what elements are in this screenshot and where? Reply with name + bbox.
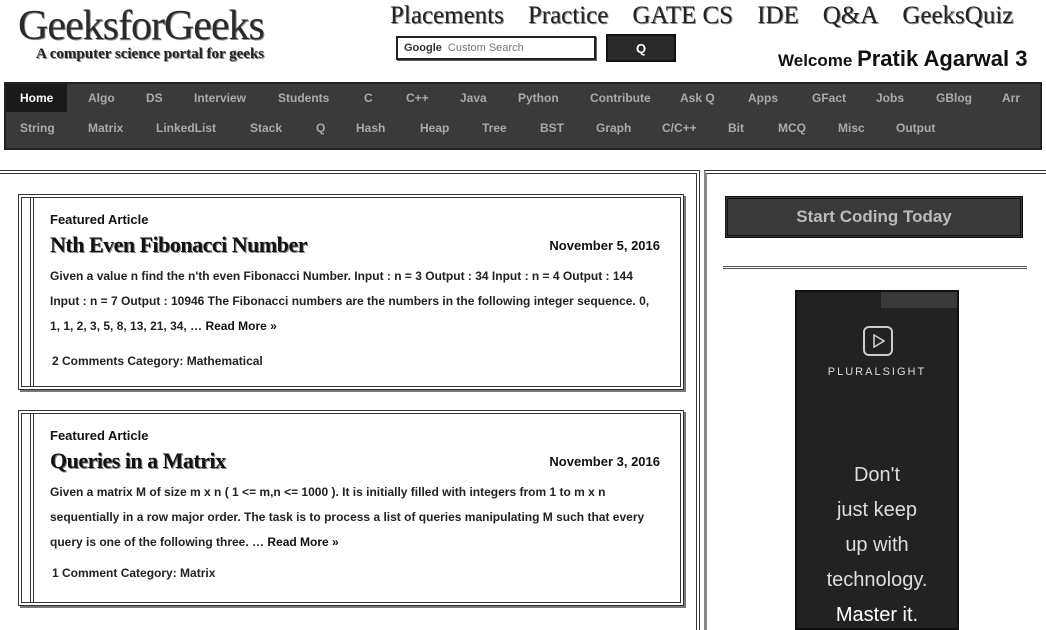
cat-bit[interactable]: Bit [728,121,744,135]
ad-line: Don't [853,464,901,486]
welcome-message: Welcome Pratik Agarwal 3 [778,46,1027,72]
top-nav-practice[interactable]: Practice [528,2,609,30]
cat-matrix[interactable]: Matrix [88,121,123,135]
comments-link[interactable]: 2 Comments [52,354,124,368]
cat-ds[interactable]: DS [146,91,163,105]
play-icon [863,326,893,356]
cat-jobs[interactable]: Jobs [876,91,904,105]
cat-algo[interactable]: Algo [88,91,115,105]
ad-line: up with [845,534,909,556]
site-logo[interactable]: GeeksforGeeks [18,2,265,50]
article-excerpt: Given a matrix M of size m x n ( 1 <= m,… [50,480,660,555]
excerpt-text: Given a value n find the n'th even Fibon… [50,269,650,333]
excerpt-text: Given a matrix M of size m x n ( 1 <= m,… [50,485,645,549]
read-more-link[interactable]: Read More » [267,535,338,549]
featured-article-card: Featured Article Queries in a Matrix Nov… [18,410,684,606]
cat-linkedlist[interactable]: LinkedList [156,121,216,135]
cat-java[interactable]: Java [460,91,487,105]
card-accent-border [30,198,34,386]
top-nav-ide[interactable]: IDE [757,2,799,30]
cat-contribute[interactable]: Contribute [590,91,651,105]
cat-cpp[interactable]: C++ [406,91,429,105]
ad-tab [881,292,957,308]
sidebar-divider [723,266,1027,273]
cat-misc[interactable]: Misc [838,121,865,135]
cat-c-cpp[interactable]: C/C++ [662,121,697,135]
article-date: November 3, 2016 [549,454,660,469]
category-label: Category: [120,566,177,580]
top-nav-qa[interactable]: Q&A [823,2,879,30]
main-content: Featured Article Nth Even Fibonacci Numb… [0,170,700,630]
article-meta: 1 Comment Category: Matrix [52,566,215,580]
category-link[interactable]: Mathematical [187,354,263,368]
start-coding-button[interactable]: Start Coding Today [725,196,1023,238]
user-name[interactable]: Pratik Agarwal 3 [857,46,1027,71]
site-tagline: A computer science portal for geeks [36,46,265,62]
ad-line: Master it. [835,604,919,626]
cat-interview[interactable]: Interview [194,91,246,105]
article-meta: 2 Comments Category: Mathematical [52,354,263,368]
cat-stack[interactable]: Stack [250,121,282,135]
cat-apps[interactable]: Apps [748,91,778,105]
sidebar: Start Coding Today PLURALSIGHT Don't jus… [704,170,1046,630]
article-title[interactable]: Nth Even Fibonacci Number [50,232,308,258]
search-box[interactable]: Google [396,36,596,60]
cat-tree[interactable]: Tree [482,121,507,135]
search-icon: Q [635,40,647,56]
category-label: Category: [127,354,184,368]
article-excerpt: Given a value n find the n'th even Fibon… [50,264,660,339]
featured-article-card: Featured Article Nth Even Fibonacci Numb… [18,194,684,390]
article-date: November 5, 2016 [549,238,660,253]
featured-label: Featured Article [50,212,149,227]
article-title[interactable]: Queries in a Matrix [50,448,226,474]
category-nav: Home Algo DS Interview Students C C++ Ja… [4,82,1042,150]
read-more-link[interactable]: Read More » [205,319,276,333]
cat-gfact[interactable]: GFact [812,91,846,105]
category-link[interactable]: Matrix [180,566,215,580]
cat-gblog[interactable]: GBlog [936,91,972,105]
cat-heap[interactable]: Heap [420,121,449,135]
top-nav-geeksquiz[interactable]: GeeksQuiz [902,2,1013,30]
card-accent-border [30,414,34,602]
top-nav: Placements Practice GATE CS IDE Q&A Geek… [390,2,1037,30]
cat-arr[interactable]: Arr [1002,91,1020,105]
google-label: Google [404,42,442,54]
ad-line: technology. [826,569,928,591]
cat-python[interactable]: Python [518,91,559,105]
comments-link[interactable]: 1 Comment [52,566,117,580]
category-row-2: String Matrix LinkedList Stack Q Hash He… [6,114,1040,144]
cat-hash[interactable]: Hash [356,121,385,135]
ad-line: just keep [836,499,918,521]
pluralsight-ad[interactable]: PLURALSIGHT Don't just keep up with tech… [795,290,959,630]
top-nav-gate-cs[interactable]: GATE CS [632,2,733,30]
cat-string[interactable]: String [20,121,55,135]
cat-mcq[interactable]: MCQ [778,121,806,135]
cat-home[interactable]: Home [6,84,68,112]
search-button[interactable]: Q [606,34,676,62]
search-input[interactable] [445,41,580,55]
featured-label: Featured Article [50,428,149,443]
cat-output[interactable]: Output [896,121,935,135]
top-nav-placements[interactable]: Placements [390,2,504,30]
welcome-label: Welcome [778,51,853,70]
cat-graph[interactable]: Graph [596,121,631,135]
category-row-1: Home Algo DS Interview Students C C++ Ja… [6,84,1040,114]
cat-queue[interactable]: Q [316,121,325,135]
cat-c[interactable]: C [364,91,373,105]
ad-brand: PLURALSIGHT [827,366,927,378]
cat-students[interactable]: Students [278,91,329,105]
cat-bst[interactable]: BST [540,121,564,135]
cat-ask-q[interactable]: Ask Q [680,91,715,105]
